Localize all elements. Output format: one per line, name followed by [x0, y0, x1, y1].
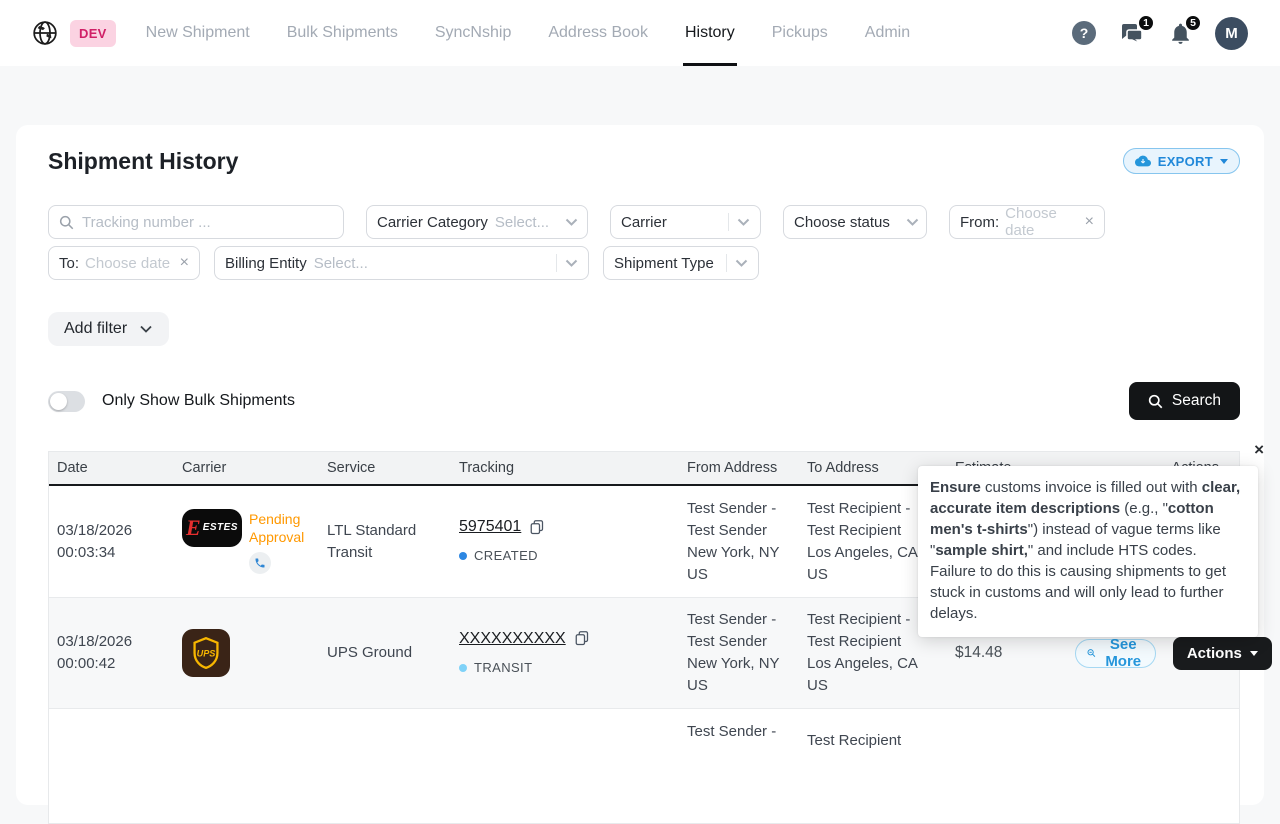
- notifications-icon[interactable]: 5: [1168, 21, 1193, 46]
- nav-item-history[interactable]: History: [683, 0, 737, 66]
- ups-carrier-logo[interactable]: UPS: [182, 629, 230, 677]
- bulk-toggle-label: Only Show Bulk Shipments: [102, 392, 295, 410]
- nav-item-bulk-shipments[interactable]: Bulk Shipments: [285, 0, 400, 66]
- status-select[interactable]: Choose status: [783, 205, 927, 239]
- from-address-cell: Test Sender -: [687, 709, 807, 743]
- column-header-carrier: Carrier: [182, 460, 327, 476]
- search-icon: [59, 215, 74, 230]
- column-header-tracking: Tracking: [459, 460, 687, 476]
- status-badge: CREATED: [474, 545, 538, 567]
- actions-cell: See More Actions: [1075, 637, 1280, 670]
- column-header-from-address: From Address: [687, 460, 807, 476]
- phone-icon[interactable]: [249, 552, 271, 574]
- estes-carrier-logo[interactable]: E ESTES: [182, 509, 242, 547]
- globe-logo-icon: [32, 20, 58, 46]
- caret-down-icon: [1250, 651, 1258, 656]
- carrier-cell: UPS: [182, 629, 327, 677]
- date-cell: 03/18/2026 00:03:34: [57, 520, 182, 564]
- from-address-cell: Test Sender -Test Sender New York, NYUS: [687, 498, 807, 586]
- see-more-button[interactable]: See More: [1075, 639, 1156, 668]
- notifications-badge: 5: [1184, 14, 1202, 32]
- customs-notice-text: Ensure customs invoice is filled out wit…: [930, 477, 1245, 624]
- to-date-picker[interactable]: To: Choose date ×: [48, 246, 200, 280]
- chevron-down-icon: [565, 218, 578, 227]
- copy-icon[interactable]: [529, 519, 544, 536]
- messages-badge: 1: [1137, 14, 1155, 32]
- chevron-down-icon: [139, 325, 153, 334]
- messages-icon[interactable]: 1: [1118, 21, 1146, 45]
- tracking-cell: XXXXXXXXXX TRANSIT: [459, 628, 687, 679]
- pending-approval-badge: Pending Approval: [249, 510, 315, 546]
- chevron-down-icon: [737, 218, 750, 227]
- shipment-type-select[interactable]: Shipment Type: [603, 246, 759, 280]
- nav-item-new-shipment[interactable]: New Shipment: [144, 0, 252, 66]
- chevron-down-icon: [735, 259, 748, 268]
- help-icon[interactable]: ?: [1072, 21, 1096, 45]
- copy-icon[interactable]: [574, 630, 589, 647]
- customs-notice-popup: × Ensure customs invoice is filled out w…: [918, 466, 1258, 637]
- row-actions-button[interactable]: Actions: [1173, 637, 1272, 670]
- search-icon: [1148, 394, 1163, 409]
- tracking-link[interactable]: 5975401: [459, 516, 521, 538]
- cloud-download-icon: [1135, 154, 1151, 168]
- nav-item-admin[interactable]: Admin: [863, 0, 912, 66]
- chevron-down-icon: [906, 218, 919, 227]
- search-button[interactable]: Search: [1129, 382, 1240, 420]
- nav-item-address-book[interactable]: Address Book: [546, 0, 650, 66]
- avatar[interactable]: M: [1215, 17, 1248, 50]
- status-badge: TRANSIT: [474, 657, 532, 679]
- env-badge: DEV: [70, 20, 116, 47]
- tracking-link[interactable]: XXXXXXXXXX: [459, 628, 566, 650]
- bulk-shipments-toggle[interactable]: [48, 391, 85, 412]
- svg-text:UPS: UPS: [197, 648, 216, 658]
- toggle-knob: [50, 393, 67, 410]
- status-dot: [459, 664, 467, 672]
- magnifier-icon: [1087, 646, 1096, 660]
- date-cell: 03/18/2026 00:00:42: [57, 631, 182, 675]
- status-dot: [459, 552, 467, 560]
- clear-to-date-icon[interactable]: ×: [180, 254, 189, 272]
- from-date-picker[interactable]: From: Choose date ×: [949, 205, 1105, 239]
- carrier-cell: E ESTES Pending Approval: [182, 509, 327, 574]
- nav-item-syncnship[interactable]: SyncNship: [433, 0, 513, 66]
- to-address-cell: Test Recipient: [807, 709, 955, 752]
- nav-item-pickups[interactable]: Pickups: [770, 0, 830, 66]
- shipment-history-card: Shipment History EXPORT Carrier Category…: [16, 125, 1264, 805]
- page-title: Shipment History: [32, 148, 238, 175]
- service-cell: LTL Standard Transit: [327, 520, 459, 564]
- from-address-cell: Test Sender -Test Sender New York, NYUS: [687, 609, 807, 697]
- column-header-service: Service: [327, 460, 459, 476]
- carrier-category-select[interactable]: Carrier Category Select...: [366, 205, 588, 239]
- billing-entity-select[interactable]: Billing Entity Select...: [214, 246, 589, 280]
- main-nav: New Shipment Bulk Shipments SyncNship Ad…: [144, 0, 945, 66]
- export-button[interactable]: EXPORT: [1123, 148, 1240, 174]
- top-navbar: DEV New Shipment Bulk Shipments SyncNshi…: [0, 0, 1280, 66]
- tracking-cell: 5975401 CREATED: [459, 516, 687, 567]
- tracking-number-input[interactable]: [82, 214, 333, 231]
- tracking-search-box: [48, 205, 344, 239]
- add-filter-button[interactable]: Add filter: [48, 312, 169, 346]
- table-row: Test Sender - Test Recipient: [49, 709, 1239, 824]
- caret-down-icon: [1220, 159, 1228, 164]
- column-header-date: Date: [57, 460, 182, 476]
- chevron-down-icon: [565, 259, 578, 268]
- estimate-cell: $14.48: [955, 642, 1075, 664]
- clear-from-date-icon[interactable]: ×: [1085, 213, 1094, 231]
- carrier-select[interactable]: Carrier: [610, 205, 761, 239]
- service-cell: UPS Ground: [327, 642, 459, 664]
- close-icon[interactable]: ×: [1254, 441, 1264, 458]
